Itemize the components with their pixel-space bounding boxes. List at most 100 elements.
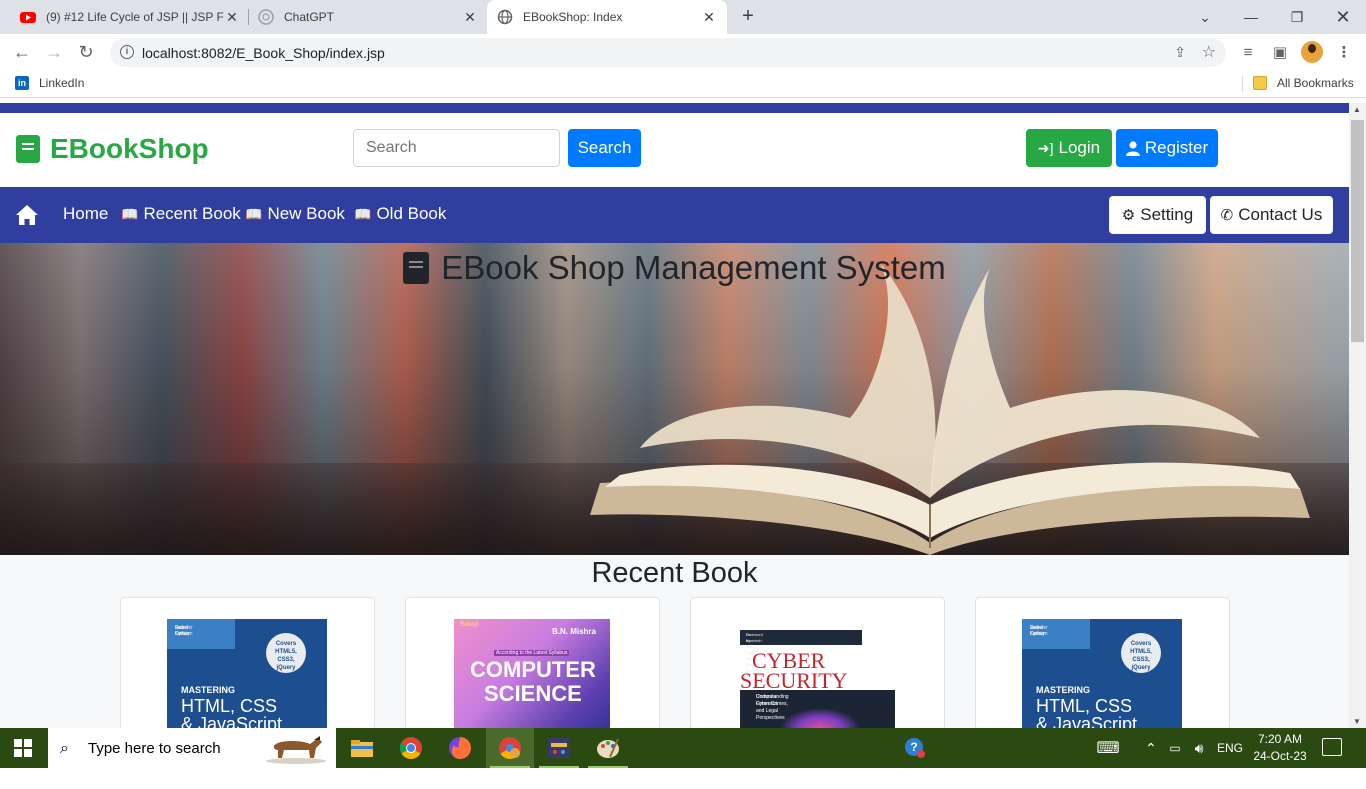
search-highlight-horse-icon bbox=[266, 736, 326, 764]
chatgpt-icon bbox=[258, 9, 274, 25]
close-tab-icon[interactable]: ✕ bbox=[701, 9, 717, 26]
side-panel-icon[interactable]: ▣ bbox=[1269, 41, 1291, 63]
palette-icon bbox=[597, 738, 619, 758]
book-card[interactable]: Laura Lemay Rafe Colburn Jennifer Kyrnin C… bbox=[975, 597, 1230, 728]
badge-line: CSS3, bbox=[1132, 657, 1150, 663]
svg-text:?: ? bbox=[910, 740, 917, 754]
tab-search-chevron-icon[interactable]: ⌄ bbox=[1182, 0, 1228, 34]
setting-button[interactable]: ⚙ Setting bbox=[1109, 196, 1206, 234]
url-text[interactable]: localhost:8082/E_Book_Shop/index.jsp bbox=[142, 45, 385, 61]
book-reader-icon: 📖 bbox=[121, 205, 139, 222]
book-cover-image[interactable]: Laura Lemay Rafe Colburn Jennifer Kyrnin C… bbox=[167, 619, 327, 728]
badge-line: Covers bbox=[1130, 641, 1152, 647]
nav-new-book[interactable]: 📖 New Book bbox=[245, 204, 345, 224]
brand-name: EBookShop bbox=[50, 133, 209, 164]
bookmark-linkedin[interactable]: in LinkedIn bbox=[15, 76, 84, 90]
cover-publisher: Balaji bbox=[460, 621, 479, 628]
screen-bottom-strip bbox=[0, 768, 1366, 789]
language-indicator[interactable]: ENG bbox=[1214, 728, 1246, 768]
book-icon bbox=[403, 252, 430, 284]
nav-old-book[interactable]: 📖 Old Book bbox=[354, 204, 446, 224]
taskbar-file-explorer[interactable] bbox=[338, 728, 386, 768]
tab-chatgpt[interactable]: ChatGPT ✕ bbox=[250, 0, 486, 34]
taskbar-clock[interactable]: 7:20 AM 24-Oct-23 bbox=[1250, 731, 1310, 765]
book-cover-image[interactable]: Laura Lemay Rafe Colburn Jennifer Kyrnin C… bbox=[1022, 619, 1182, 728]
user-icon bbox=[1125, 140, 1140, 156]
page-scrollbar[interactable]: ▲ ▼ bbox=[1349, 103, 1366, 728]
scroll-up-arrow-icon[interactable]: ▲ bbox=[1353, 105, 1361, 114]
help-icon[interactable]: ? bbox=[900, 728, 930, 768]
volume-icon[interactable]: 🔊︎ bbox=[1188, 728, 1210, 768]
top-accent-strip bbox=[0, 103, 1349, 113]
taskbar-chrome-profile[interactable] bbox=[486, 728, 534, 768]
register-label: Register bbox=[1144, 138, 1209, 157]
site-logo[interactable]: EBookShop bbox=[16, 133, 209, 165]
contact-button[interactable]: ✆ Contact Us bbox=[1210, 196, 1333, 234]
back-arrow-icon[interactable]: ← bbox=[10, 40, 34, 64]
badge-line: HTML5, bbox=[275, 649, 297, 655]
cover-title-line: & JavaScript bbox=[181, 714, 283, 728]
close-tab-icon[interactable]: ✕ bbox=[462, 9, 478, 26]
bookmark-star-icon[interactable]: ☆ bbox=[1202, 42, 1216, 62]
login-button[interactable]: ➜] Login bbox=[1026, 129, 1112, 167]
taskbar-app-game[interactable] bbox=[535, 728, 583, 768]
youtube-icon bbox=[20, 12, 36, 23]
main-navbar: Home 📖 Recent Book 📖 New Book 📖 Old Book… bbox=[0, 187, 1349, 243]
book-card[interactable]: Laura Lemay Rafe Colburn Jennifer Kyrnin C… bbox=[120, 597, 375, 728]
keyboard-icon[interactable]: ⌨ bbox=[1094, 728, 1122, 768]
restore-button[interactable]: ❐ bbox=[1274, 0, 1320, 34]
register-button[interactable]: Register bbox=[1116, 129, 1218, 167]
close-tab-icon[interactable]: ✕ bbox=[224, 9, 240, 26]
phone-icon: ✆ bbox=[1220, 207, 1234, 224]
nav-label: Old Book bbox=[376, 204, 447, 223]
minimize-button[interactable]: — bbox=[1228, 0, 1274, 34]
scroll-down-arrow-icon[interactable]: ▼ bbox=[1353, 717, 1361, 726]
book-cover-image[interactable]: Balaji B.N. Mishra According to the Late… bbox=[454, 619, 610, 728]
address-bar[interactable]: i localhost:8082/E_Book_Shop/index.jsp ⇪… bbox=[110, 38, 1226, 67]
site-info-icon[interactable]: i bbox=[120, 45, 134, 59]
hero-banner: EBook Shop Management System bbox=[0, 243, 1349, 555]
book-card[interactable]: Balaji B.N. Mishra According to the Late… bbox=[405, 597, 660, 728]
home-icon[interactable] bbox=[15, 204, 39, 226]
cover-series: MASTERING bbox=[1036, 685, 1090, 695]
nav-home[interactable]: Home bbox=[63, 204, 108, 224]
search-button[interactable]: Search bbox=[568, 129, 641, 167]
scrollbar-thumb[interactable] bbox=[1351, 120, 1364, 342]
tab-youtube[interactable]: (9) #12 Life Cycle of JSP || JSP Flo ✕ bbox=[12, 0, 248, 34]
badge-line: CSS3, bbox=[277, 657, 295, 663]
tab-title: (9) #12 Life Cycle of JSP || JSP Flo bbox=[46, 10, 224, 24]
taskbar-search-placeholder: Type here to search bbox=[88, 739, 221, 757]
nav-recent-book[interactable]: 📖 Recent Book bbox=[121, 204, 241, 224]
taskbar-chrome[interactable] bbox=[387, 728, 435, 768]
chrome-profile-icon bbox=[499, 737, 521, 759]
search-input[interactable] bbox=[353, 129, 560, 167]
book-cover-image[interactable]: Foreword by Dr. Kamlesh Bajaj, Data Secur… bbox=[740, 619, 895, 728]
bookmark-separator bbox=[1242, 76, 1243, 92]
close-window-button[interactable]: ✕ bbox=[1320, 0, 1366, 34]
badge-line: jQuery bbox=[1131, 665, 1151, 671]
sign-in-icon: ➜] bbox=[1037, 139, 1054, 156]
share-icon[interactable]: ⇪ bbox=[1174, 44, 1186, 61]
reload-icon[interactable]: ↻ bbox=[74, 40, 98, 64]
battery-icon[interactable]: ▭ bbox=[1164, 728, 1186, 768]
new-tab-button[interactable]: + bbox=[737, 5, 759, 27]
forward-arrow-icon[interactable]: → bbox=[42, 40, 66, 64]
chevron-up-icon[interactable]: ⌃ bbox=[1142, 728, 1160, 768]
taskbar-firefox[interactable] bbox=[436, 728, 484, 768]
tab-separator bbox=[248, 9, 249, 25]
bookmark-all-bookmarks[interactable]: All Bookmarks bbox=[1253, 76, 1354, 90]
profile-avatar[interactable] bbox=[1301, 41, 1323, 63]
taskbar-search-box[interactable]: ⌕ Type here to search bbox=[48, 728, 336, 768]
menu-kebab-icon[interactable]: ⋮ bbox=[1333, 41, 1355, 63]
badge-line: HTML5, bbox=[1130, 649, 1152, 655]
notification-icon[interactable] bbox=[1322, 738, 1342, 756]
reading-list-icon[interactable]: ≡ bbox=[1237, 41, 1259, 63]
taskbar-paint[interactable] bbox=[584, 728, 632, 768]
author-name: Jennifer Kyrnin bbox=[1030, 625, 1048, 637]
cover-title: HTML, CSS & JavaScript bbox=[181, 697, 282, 728]
tab-ebookshop[interactable]: EBookShop: Index ✕ bbox=[487, 0, 727, 34]
book-card[interactable]: Foreword by Dr. Kamlesh Bajaj, Data Secur… bbox=[690, 597, 945, 728]
globe-icon bbox=[497, 9, 513, 25]
tab-title: ChatGPT bbox=[284, 10, 335, 24]
windows-start-icon[interactable] bbox=[14, 739, 32, 757]
